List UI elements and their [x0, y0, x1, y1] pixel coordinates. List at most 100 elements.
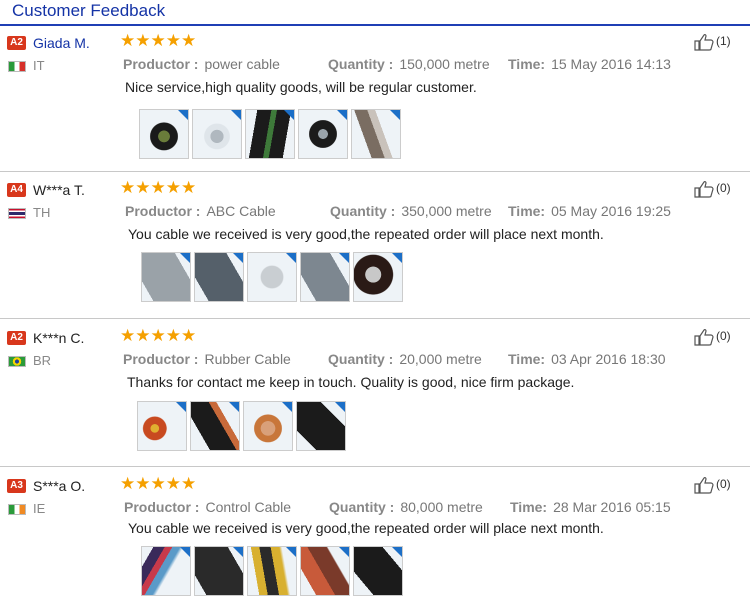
quantity-field: Quantity : 80,000 metre	[329, 499, 483, 515]
review-comment: You cable we received is very good,the r…	[128, 520, 604, 536]
cable-thumbnail[interactable]	[243, 401, 293, 451]
cable-thumbnail[interactable]	[353, 546, 403, 596]
review-item: A4 W***a T. TH ★★★★★ Productor : ABC Cabl…	[0, 176, 750, 319]
productor-label: Productor :	[125, 203, 201, 219]
flag-ireland-icon	[8, 504, 26, 515]
reviewer-name: W***a T.	[33, 182, 85, 198]
flag-italy-icon	[8, 61, 26, 72]
flag-brazil-icon	[8, 356, 26, 367]
country-code: TH	[33, 205, 51, 220]
productor-field: Productor : Control Cable	[124, 499, 291, 515]
productor-label: Productor :	[123, 351, 199, 367]
cable-thumbnail[interactable]	[141, 546, 191, 596]
like-count: (0)	[716, 477, 731, 492]
reviewer-name: K***n C.	[33, 330, 85, 346]
time-value: 05 May 2016 19:25	[551, 203, 671, 219]
time-value: 15 May 2016 14:13	[551, 56, 671, 72]
cable-thumbnail[interactable]	[194, 252, 244, 302]
like-button[interactable]: (1)	[694, 33, 731, 51]
page-title: Customer Feedback	[12, 1, 166, 20]
flag-thailand-icon	[8, 208, 26, 219]
cable-thumbnail[interactable]	[194, 546, 244, 596]
star-rating: ★★★★★	[120, 31, 197, 50]
star-rating: ★★★★★	[120, 474, 197, 493]
productor-field: Productor : Rubber Cable	[123, 351, 291, 367]
time-label: Time:	[508, 203, 546, 219]
country-code: IT	[33, 58, 45, 73]
review-images	[141, 252, 403, 302]
buyer-level-badge: A3	[7, 479, 26, 493]
productor-field: Productor : power cable	[123, 56, 280, 72]
review-comment: You cable we received is very good,the r…	[128, 226, 604, 242]
star-rating: ★★★★★	[120, 178, 197, 197]
cable-thumbnail[interactable]	[296, 401, 346, 451]
cable-thumbnail[interactable]	[353, 252, 403, 302]
quantity-label: Quantity :	[329, 499, 395, 515]
review-item: A3 S***a O. IE ★★★★★ Productor : Control …	[0, 472, 750, 600]
cable-thumbnail[interactable]	[247, 252, 297, 302]
time-value: 03 Apr 2016 18:30	[551, 351, 666, 367]
cable-thumbnail[interactable]	[139, 109, 189, 159]
reviewer-name: S***a O.	[33, 478, 86, 494]
header: Customer Feedback	[0, 0, 750, 26]
cable-thumbnail[interactable]	[245, 109, 295, 159]
time-label: Time:	[510, 499, 548, 515]
cable-thumbnail[interactable]	[247, 546, 297, 596]
thumbs-up-icon	[694, 328, 714, 346]
time-field: Time: 03 Apr 2016 18:30	[508, 351, 666, 367]
productor-field: Productor : ABC Cable	[125, 203, 276, 219]
like-count: (0)	[716, 181, 731, 196]
time-value: 28 Mar 2016 05:15	[553, 499, 671, 515]
time-label: Time:	[508, 56, 546, 72]
quantity-value: 80,000 metre	[400, 499, 483, 515]
productor-label: Productor :	[123, 56, 199, 72]
cable-thumbnail[interactable]	[141, 252, 191, 302]
review-images	[137, 401, 346, 451]
cable-thumbnail[interactable]	[300, 252, 350, 302]
quantity-field: Quantity : 20,000 metre	[328, 351, 482, 367]
quantity-value: 350,000 metre	[401, 203, 492, 219]
review-item: A2 Giada M. IT ★★★★★ Productor : power ca…	[0, 29, 750, 172]
quantity-value: 20,000 metre	[399, 351, 482, 367]
cable-thumbnail[interactable]	[300, 546, 350, 596]
star-rating: ★★★★★	[120, 326, 197, 345]
reviewer-name: Giada M.	[33, 35, 90, 51]
quantity-label: Quantity :	[328, 351, 394, 367]
time-field: Time: 05 May 2016 19:25	[508, 203, 671, 219]
thumbs-up-icon	[694, 180, 714, 198]
cable-thumbnail[interactable]	[351, 109, 401, 159]
buyer-level-badge: A4	[7, 183, 26, 197]
country-code: BR	[33, 353, 52, 368]
product-name: power cable	[204, 56, 280, 72]
cable-thumbnail[interactable]	[298, 109, 348, 159]
like-button[interactable]: (0)	[694, 180, 731, 198]
like-count: (1)	[716, 34, 731, 49]
cable-thumbnail[interactable]	[192, 109, 242, 159]
thumbs-up-icon	[694, 33, 714, 51]
cable-thumbnail[interactable]	[137, 401, 187, 451]
review-comment: Thanks for contact me keep in touch. Qua…	[127, 374, 575, 390]
like-button[interactable]: (0)	[694, 328, 731, 346]
quantity-field: Quantity : 150,000 metre	[328, 56, 490, 72]
quantity-field: Quantity : 350,000 metre	[330, 203, 492, 219]
like-count: (0)	[716, 329, 731, 344]
quantity-value: 150,000 metre	[399, 56, 490, 72]
cable-thumbnail[interactable]	[190, 401, 240, 451]
time-field: Time: 28 Mar 2016 05:15	[510, 499, 671, 515]
country-code: IE	[33, 501, 46, 516]
quantity-label: Quantity :	[328, 56, 394, 72]
time-label: Time:	[508, 351, 546, 367]
buyer-level-badge: A2	[7, 36, 26, 50]
quantity-label: Quantity :	[330, 203, 396, 219]
productor-label: Productor :	[124, 499, 200, 515]
review-images	[139, 109, 401, 159]
buyer-level-badge: A2	[7, 331, 26, 345]
product-name: Rubber Cable	[204, 351, 291, 367]
product-name: ABC Cable	[206, 203, 276, 219]
review-item: A2 K***n C. BR ★★★★★ Productor : Rubber C…	[0, 324, 750, 467]
thumbs-up-icon	[694, 476, 714, 494]
time-field: Time: 15 May 2016 14:13	[508, 56, 671, 72]
review-images	[141, 546, 403, 596]
like-button[interactable]: (0)	[694, 476, 731, 494]
review-comment: Nice service,high quality goods, will be…	[125, 79, 477, 95]
